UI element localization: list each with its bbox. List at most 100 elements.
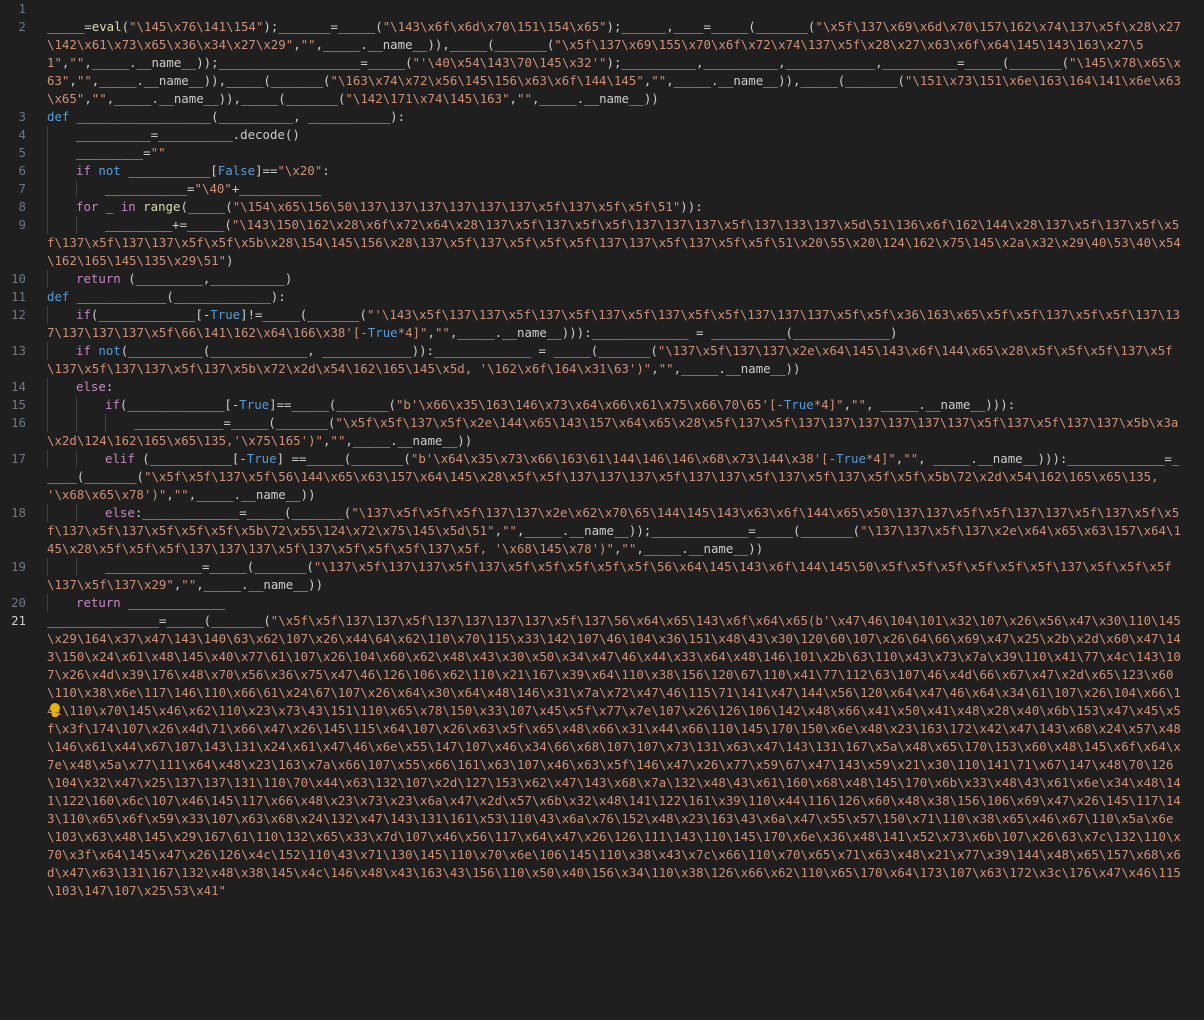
code-line[interactable]: 13 if not(__________(_____________, _____… (0, 342, 1204, 378)
line-number: 2 (18, 19, 26, 34)
code-content[interactable]: def __________________(__________, _____… (47, 109, 405, 124)
code-text[interactable]: _________="" (47, 144, 1183, 162)
code-line[interactable]: 1 (0, 0, 1204, 18)
code-text[interactable]: def __________________(__________, _____… (47, 108, 1183, 126)
code-text[interactable]: return (_________,__________) (47, 270, 1183, 288)
line-number: 18 (11, 505, 26, 520)
code-line[interactable]: 2 _____=eval("\145\x76\141\154");_______=… (0, 18, 1204, 108)
code-content[interactable]: elif (___________[-True] ==_____(_______… (47, 451, 1179, 502)
lightbulb-icon[interactable] (48, 703, 62, 719)
code-line[interactable]: 8 for _ in range(_____("\154\x65\156\50\1… (0, 198, 1204, 216)
indent-guide (47, 594, 76, 612)
code-text[interactable]: _________+=_____("\143\150\162\x28\x6f\x… (47, 216, 1183, 270)
code-line[interactable]: 5 _________="" (0, 144, 1204, 162)
line-number: 7 (18, 181, 26, 196)
code-text[interactable]: _____=eval("\145\x76\141\154");_______=_… (47, 18, 1183, 108)
indent-guide (76, 558, 105, 576)
indent-guide (47, 216, 76, 234)
code-line[interactable]: 14 else: (0, 378, 1204, 396)
code-content[interactable]: if not ___________[False]=="\x20": (76, 163, 330, 178)
code-content[interactable]: __________=__________.decode() (76, 127, 300, 142)
indent-guide (76, 396, 105, 414)
line-number: 21 (11, 613, 26, 628)
line-number: 11 (11, 289, 26, 304)
indent-guide (76, 180, 105, 198)
code-content[interactable]: _______________=_____(_______("\x5f\x5f\… (47, 613, 1181, 898)
code-content[interactable]: return (_________,__________) (76, 271, 292, 286)
line-number: 9 (18, 217, 26, 232)
code-content[interactable]: def ____________(_____________): (47, 289, 286, 304)
code-line[interactable]: 6 if not ___________[False]=="\x20": (0, 162, 1204, 180)
code-text[interactable]: return _____________ (47, 594, 1183, 612)
line-number: 8 (18, 199, 26, 214)
indent-guide (105, 414, 134, 432)
line-number: 5 (18, 145, 26, 160)
code-line[interactable]: 18 else:_____________=_____(_______("\137… (0, 504, 1204, 558)
code-content[interactable]: ___________="\40"+___________ (105, 181, 321, 196)
code-line[interactable]: 10 return (_________,__________) (0, 270, 1204, 288)
indent-guide (47, 126, 76, 144)
code-text[interactable]: else:_____________=_____(_______("\137\x… (47, 504, 1183, 558)
line-number: 10 (11, 271, 26, 286)
code-line[interactable]: 21 _______________=_____(_______("\x5f\x5… (0, 612, 1204, 900)
code-content[interactable]: ____________=_____(_______("\x5f\x5f\137… (47, 415, 1178, 448)
line-number: 4 (18, 127, 26, 142)
indent-guide (47, 342, 76, 360)
code-text[interactable]: if not ___________[False]=="\x20": (47, 162, 1183, 180)
indent-guide (47, 414, 76, 432)
code-line[interactable]: 11 def ____________(_____________): (0, 288, 1204, 306)
code-text[interactable]: elif (___________[-True] ==_____(_______… (47, 450, 1183, 504)
indent-guide (47, 180, 76, 198)
indent-guide (76, 216, 105, 234)
code-text[interactable]: if not(__________(_____________, _______… (47, 342, 1183, 378)
code-line[interactable]: 7 ___________="\40"+___________ (0, 180, 1204, 198)
code-line[interactable]: 20 return _____________ (0, 594, 1204, 612)
code-content[interactable]: _________="" (76, 145, 166, 160)
indent-guide (47, 378, 76, 396)
indent-guide (76, 414, 105, 432)
indent-guide (47, 396, 76, 414)
code-text[interactable]: if(_____________[-True]!=_____(_______("… (47, 306, 1183, 342)
indent-guide (76, 504, 105, 522)
code-text[interactable]: for _ in range(_____("\154\x65\156\50\13… (47, 198, 1183, 216)
indent-guide (47, 450, 76, 468)
line-number: 15 (11, 397, 26, 412)
line-number: 20 (11, 595, 26, 610)
code-line[interactable]: 19 _____________=_____(_______("\137\x5f\… (0, 558, 1204, 594)
code-line[interactable]: 9 _________+=_____("\143\150\162\x28\x6f\… (0, 216, 1204, 270)
code-content[interactable]: else: (76, 379, 113, 394)
code-content[interactable]: if(_____________[-True]==_____(_______("… (105, 397, 1015, 412)
code-text[interactable]: _______________=_____(_______("\x5f\x5f\… (47, 612, 1183, 900)
line-number: 12 (11, 307, 26, 322)
code-line[interactable]: 15 if(_____________[-True]==_____(_______… (0, 396, 1204, 414)
line-number: 13 (11, 343, 26, 358)
line-number: 1 (18, 1, 26, 16)
code-content[interactable]: return _____________ (76, 595, 225, 610)
code-text[interactable]: def ____________(_____________): (47, 288, 1183, 306)
code-content[interactable]: _________+=_____("\143\150\162\x28\x6f\x… (47, 217, 1181, 268)
line-number: 14 (11, 379, 26, 394)
code-editor[interactable]: 1 2 _____=eval("\145\x76\141\154");_______… (0, 0, 1204, 1020)
line-number: 17 (11, 451, 26, 466)
code-text[interactable]: __________=__________.decode() (47, 126, 1183, 144)
line-number: 19 (11, 559, 26, 574)
code-content[interactable]: if(_____________[-True]!=_____(_______("… (47, 307, 1180, 340)
code-line[interactable]: 4 __________=__________.decode() (0, 126, 1204, 144)
code-content[interactable]: _____________=_____(_______("\137\x5f\13… (47, 559, 1172, 592)
indent-guide (47, 198, 76, 216)
code-content[interactable]: if not(__________(_____________, _______… (47, 343, 1173, 376)
code-text[interactable]: if(_____________[-True]==_____(_______("… (47, 396, 1183, 414)
indent-guide (47, 270, 76, 288)
code-content[interactable]: _____=eval("\145\x76\141\154");_______=_… (47, 19, 1181, 106)
code-line[interactable]: 17 elif (___________[-True] ==_____(_____… (0, 450, 1204, 504)
indent-guide (76, 450, 105, 468)
code-content[interactable]: else:_____________=_____(_______("\137\x… (47, 505, 1181, 556)
code-line[interactable]: 12 if(_____________[-True]!=_____(_______… (0, 306, 1204, 342)
code-text[interactable]: ___________="\40"+___________ (47, 180, 1183, 198)
code-line[interactable]: 3 def __________________(__________, ____… (0, 108, 1204, 126)
code-text[interactable]: ____________=_____(_______("\x5f\x5f\137… (47, 414, 1183, 450)
code-line[interactable]: 16 ____________=_____(_______("\x5f\x5f\1… (0, 414, 1204, 450)
code-content[interactable]: for _ in range(_____("\154\x65\156\50\13… (76, 199, 703, 214)
code-text[interactable]: _____________=_____(_______("\137\x5f\13… (47, 558, 1183, 594)
code-text[interactable]: else: (47, 378, 1183, 396)
